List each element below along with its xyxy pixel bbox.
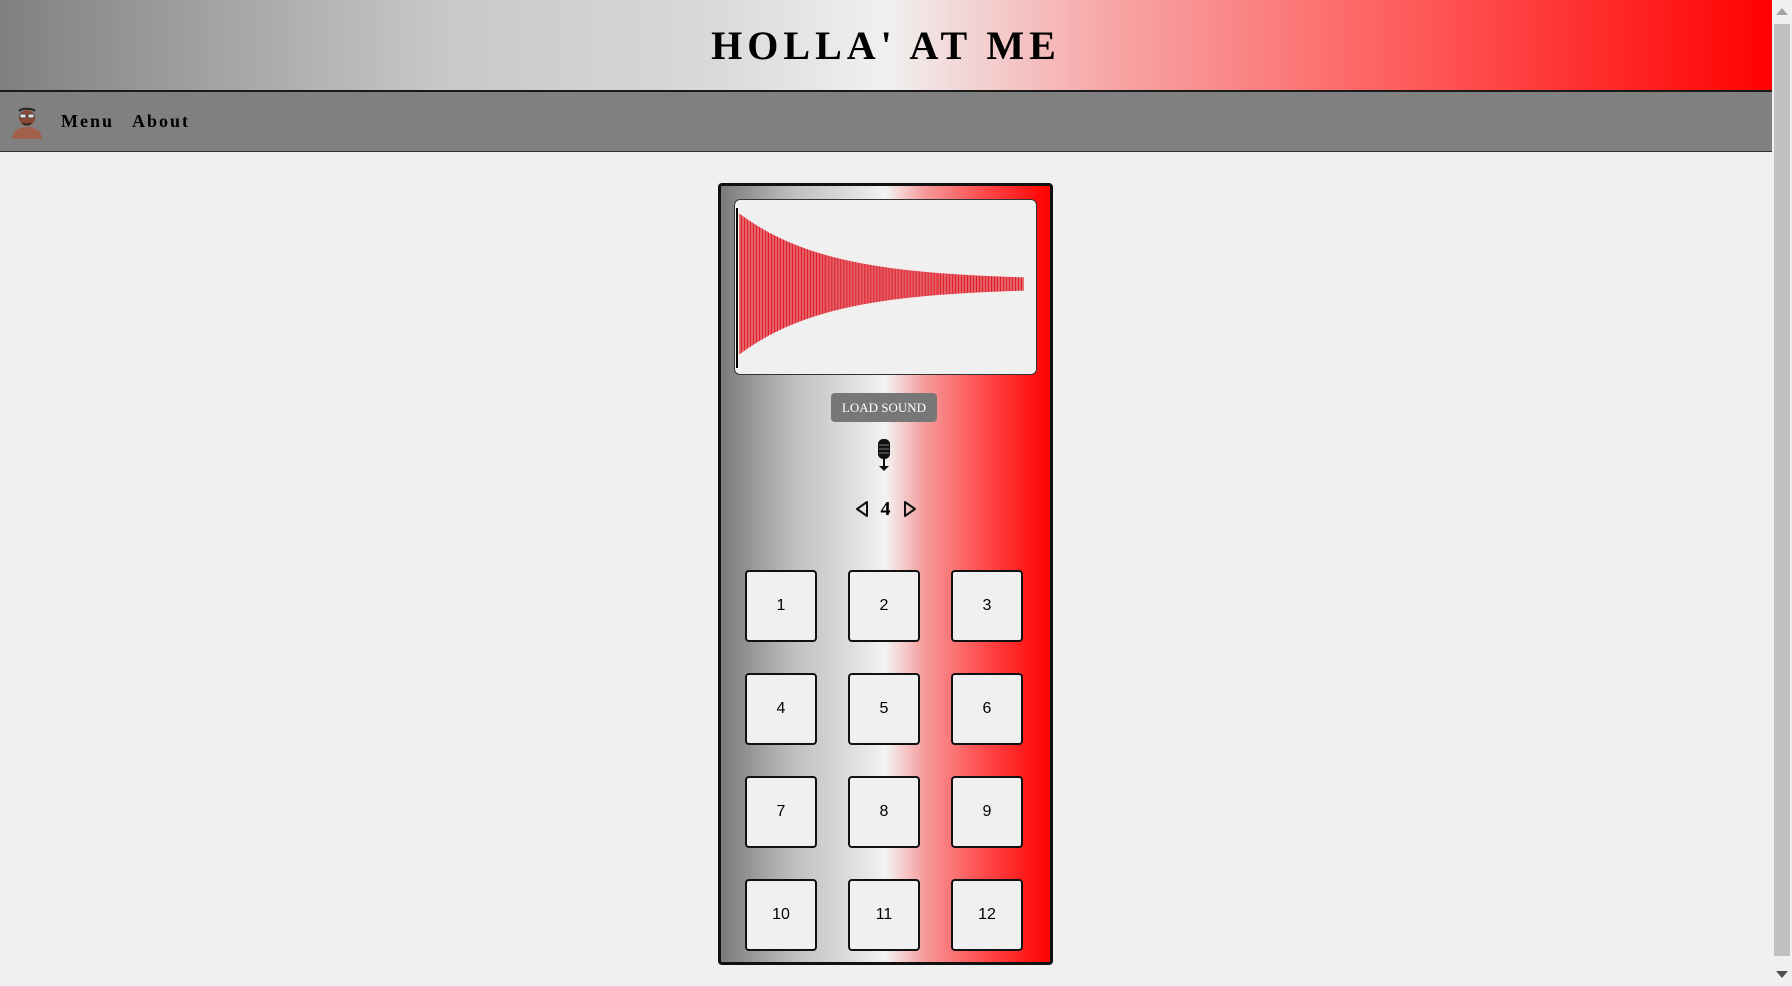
playhead-cursor [736,208,738,368]
sampler-device: LOAD SOUND 4 1 2 3 4 5 6 7 8 9 10 11 12 [718,183,1053,965]
avatar-person-icon[interactable] [10,105,44,139]
scroll-thumb[interactable] [1774,24,1790,956]
pad-button[interactable]: 10 [745,879,817,951]
bank-selector: 4 [721,496,1050,522]
pad-button[interactable]: 8 [848,776,920,848]
waveform-display[interactable] [734,199,1037,375]
triangle-right-icon[interactable] [903,500,917,518]
bank-number: 4 [880,497,891,520]
pad-button[interactable]: 1 [745,570,817,642]
nav-about[interactable]: About [132,111,190,132]
page-scrollbar[interactable] [1772,0,1792,986]
page-title: HOLLA' AT ME [711,22,1061,68]
pad-button[interactable]: 11 [848,879,920,951]
triangle-left-icon[interactable] [855,500,869,518]
pad-button[interactable]: 9 [951,776,1023,848]
pad-button[interactable]: 5 [848,673,920,745]
waveform-graphic [736,208,1024,368]
pad-button[interactable]: 12 [951,879,1023,951]
pad-button[interactable]: 3 [951,570,1023,642]
pad-button[interactable]: 6 [951,673,1023,745]
scroll-down-arrow-icon[interactable] [1776,971,1788,978]
nav-menu[interactable]: Menu [61,111,114,132]
navbar: Menu About [0,92,1772,152]
scroll-up-arrow-icon[interactable] [1776,8,1788,15]
pad-button[interactable]: 7 [745,776,817,848]
pad-button[interactable]: 2 [848,570,920,642]
pad-button[interactable]: 4 [745,673,817,745]
app-header: HOLLA' AT ME [0,0,1772,92]
load-sound-button[interactable]: LOAD SOUND [831,393,937,422]
microphone-icon[interactable] [875,438,893,472]
